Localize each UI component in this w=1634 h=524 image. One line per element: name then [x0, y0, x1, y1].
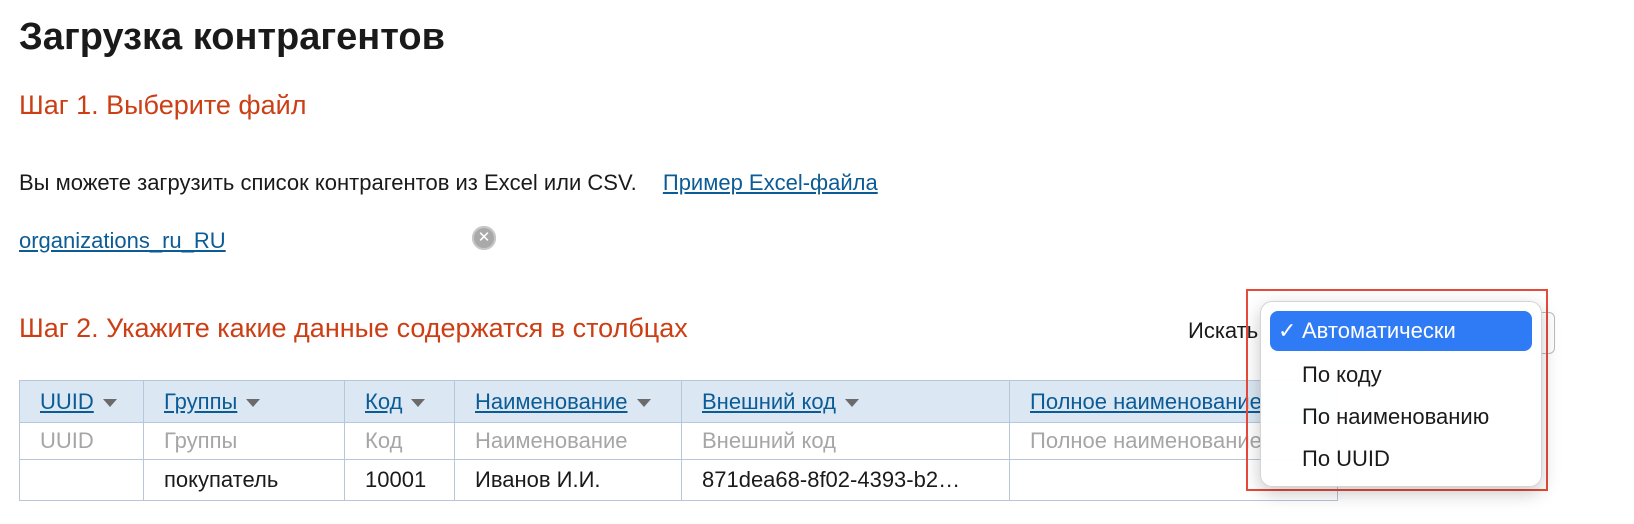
table-cell: покупатель: [143, 459, 345, 501]
table-cell: [19, 459, 144, 501]
menu-item-label: По UUID: [1302, 446, 1390, 471]
chevron-down-icon[interactable]: [411, 398, 426, 407]
menu-item-automatic[interactable]: ✓ Автоматически: [1270, 311, 1532, 351]
chevron-down-icon[interactable]: [102, 398, 117, 407]
menu-item-by-uuid[interactable]: По UUID: [1270, 439, 1532, 479]
table-hint-row: UUID Группы Код Наименование Внешний код…: [19, 422, 1338, 460]
column-header-code[interactable]: Код: [344, 380, 455, 423]
columns-table: UUID Группы Код Наименование Внешний код…: [19, 380, 1338, 501]
menu-item-by-name[interactable]: По наименованию: [1270, 397, 1532, 437]
close-circle-icon[interactable]: ✕: [472, 226, 496, 250]
column-header-external-code[interactable]: Внешний код: [681, 380, 1010, 423]
column-header-groups[interactable]: Группы: [143, 380, 345, 423]
column-header-uuid[interactable]: UUID: [19, 380, 144, 423]
table-cell: Наименование: [454, 422, 682, 460]
table-cell: Код: [344, 422, 455, 460]
table-row: покупатель 10001 Иванов И.И. 871dea68-8f…: [19, 459, 1338, 501]
chevron-down-icon[interactable]: [246, 398, 261, 407]
step2-title: Шаг 2. Укажите какие данные содержатся в…: [19, 313, 688, 343]
table-cell: Группы: [143, 422, 345, 460]
table-cell: UUID: [19, 422, 144, 460]
checkmark-icon: ✓: [1278, 318, 1297, 343]
chevron-down-icon[interactable]: [636, 398, 651, 407]
info-text: Вы можете загрузить список контрагентов …: [19, 170, 637, 195]
example-file-link[interactable]: Пример Excel-файла: [663, 170, 878, 195]
step1-title: Шаг 1. Выберите файл: [19, 90, 307, 120]
menu-item-label: По наименованию: [1302, 404, 1490, 429]
search-by-dropdown-menu: ✓ Автоматически По коду По наименованию …: [1260, 301, 1542, 487]
uploaded-file-link[interactable]: organizations_ru_RU: [19, 228, 226, 254]
table-header-row: UUID Группы Код Наименование Внешний код…: [19, 380, 1338, 423]
menu-item-by-code[interactable]: По коду: [1270, 355, 1532, 395]
menu-item-label: По коду: [1302, 362, 1382, 387]
page-title: Загрузка контрагентов: [19, 16, 445, 58]
table-cell: 871dea68-8f02-4393-b2…: [681, 459, 1010, 501]
table-cell: Иванов И.И.: [454, 459, 682, 501]
menu-item-label: Автоматически: [1302, 318, 1456, 343]
table-cell: Внешний код: [681, 422, 1010, 460]
column-header-name[interactable]: Наименование: [454, 380, 682, 423]
chevron-down-icon[interactable]: [845, 398, 860, 407]
table-cell: 10001: [344, 459, 455, 501]
step1-info: Вы можете загрузить список контрагентов …: [19, 170, 878, 196]
